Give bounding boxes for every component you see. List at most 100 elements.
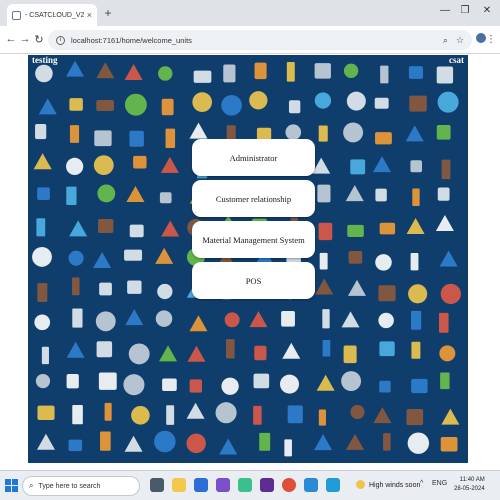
reload-icon[interactable]: ↻ [32, 33, 46, 46]
language-indicator[interactable]: ENG [432, 480, 447, 487]
collage-icon [155, 247, 174, 264]
collage-icon [318, 409, 326, 426]
collage-icon [282, 342, 301, 359]
collage-icon [407, 432, 430, 454]
new-tab-button[interactable]: + [100, 5, 116, 21]
collage-icon [379, 341, 395, 357]
collage-icon [35, 64, 53, 83]
collage-icon [410, 160, 423, 173]
collage-icon [129, 224, 144, 238]
collage-icon [440, 283, 461, 305]
forward-arrow-icon[interactable]: → [18, 33, 32, 45]
collage-icon [375, 254, 392, 271]
collage-icon [186, 433, 206, 454]
collage-icon [123, 374, 145, 396]
collage-icon [124, 435, 143, 452]
collage-icon [36, 433, 55, 450]
collage-icon [36, 218, 46, 237]
task-view-icon[interactable] [150, 478, 164, 492]
collage-icon [346, 433, 365, 450]
collage-icon [126, 185, 145, 202]
zoom-icon[interactable]: ⌕ [443, 35, 448, 46]
windows-start-icon[interactable] [5, 479, 18, 492]
collage-icon [193, 70, 212, 83]
collage-icon [285, 124, 302, 141]
collage-icon [374, 97, 389, 109]
tab-title: - CSATCLOUD_V2 [25, 11, 85, 19]
app-icon[interactable] [326, 478, 340, 492]
collage-icon [68, 250, 84, 266]
collage-icon [441, 159, 451, 180]
visual-studio-icon[interactable] [216, 478, 230, 492]
collage-icon [100, 431, 111, 451]
collage-icon [314, 63, 331, 79]
restore-button[interactable]: ❐ [458, 5, 472, 16]
close-window-button[interactable]: ✕ [480, 5, 494, 16]
collage-icon [405, 125, 424, 142]
collage-icon [161, 98, 174, 116]
collage-icon [94, 130, 112, 147]
edge-icon[interactable] [238, 478, 252, 492]
bookmark-star-icon[interactable]: ☆ [456, 35, 464, 46]
customer-relationship-button[interactable]: Customer relationship [192, 180, 315, 217]
file-explorer-icon[interactable] [172, 478, 186, 492]
collage-icon [316, 374, 335, 391]
collage-icon [96, 99, 114, 112]
browser-menu-icon[interactable]: ⋮ [486, 34, 496, 45]
tab-close-icon[interactable]: × [87, 10, 92, 20]
app-icon[interactable] [260, 478, 274, 492]
collage-icon [66, 186, 77, 206]
collage-icon [34, 314, 51, 331]
search-placeholder: Type here to search [38, 482, 101, 490]
collage-icon [315, 278, 334, 295]
profile-avatar[interactable] [476, 33, 486, 43]
collage-icon [347, 279, 366, 296]
collage-icon [219, 438, 238, 455]
collage-icon [159, 192, 172, 204]
weather-icon [356, 480, 365, 489]
collage-icon [410, 310, 422, 330]
tray-chevron-icon[interactable]: ^ [420, 480, 423, 487]
collage-icon [436, 125, 451, 140]
collage-icon [343, 63, 359, 78]
collage-icon [372, 156, 391, 173]
browser-tab[interactable]: - CSATCLOUD_V2 × [7, 4, 97, 26]
collage-icon [221, 377, 239, 395]
material-management-button[interactable]: Material Management System [192, 221, 315, 258]
address-bar[interactable]: i localhost:7161/home/welcome_units ⌕ ☆ [48, 30, 472, 50]
windows-taskbar: ⌕ Type here to search High winds soon ^ … [0, 470, 500, 500]
collage-icon [161, 220, 180, 237]
clock-time: 11:40 AM [459, 477, 485, 483]
clock[interactable]: 11:40 AM 28-05-2024 [454, 476, 485, 494]
collage-icon [131, 405, 150, 425]
collage-icon [154, 430, 176, 453]
collage-icon [69, 125, 80, 143]
collage-icon [437, 91, 459, 113]
terminal-icon[interactable] [304, 478, 318, 492]
store-icon[interactable] [194, 478, 208, 492]
site-info-icon[interactable]: i [56, 35, 65, 45]
weather-widget[interactable]: High winds soon [356, 480, 420, 489]
chrome-icon[interactable] [282, 478, 296, 492]
taskbar-search[interactable]: ⌕ Type here to search [22, 476, 140, 496]
collage-icon [166, 405, 175, 425]
collage-icon [35, 373, 51, 389]
collage-icon [254, 62, 267, 80]
corner-label-right: csat [449, 55, 464, 65]
back-arrow-icon[interactable]: ← [4, 33, 18, 45]
minimize-button[interactable]: — [438, 5, 452, 16]
collage-icon [254, 345, 267, 361]
collage-icon [322, 340, 331, 357]
collage-icon [37, 283, 48, 302]
collage-icon [350, 159, 366, 175]
collage-icon [189, 122, 208, 139]
collage-icon [165, 128, 176, 148]
collage-icon [129, 130, 144, 147]
pos-button[interactable]: POS [192, 262, 315, 299]
collage-icon [37, 187, 50, 201]
address-url[interactable]: localhost:7161/home/welcome_units [71, 36, 435, 45]
collage-icon [124, 93, 147, 116]
collage-icon [408, 284, 428, 304]
collage-icon [35, 123, 47, 140]
administrator-button[interactable]: Administrator [192, 139, 315, 176]
